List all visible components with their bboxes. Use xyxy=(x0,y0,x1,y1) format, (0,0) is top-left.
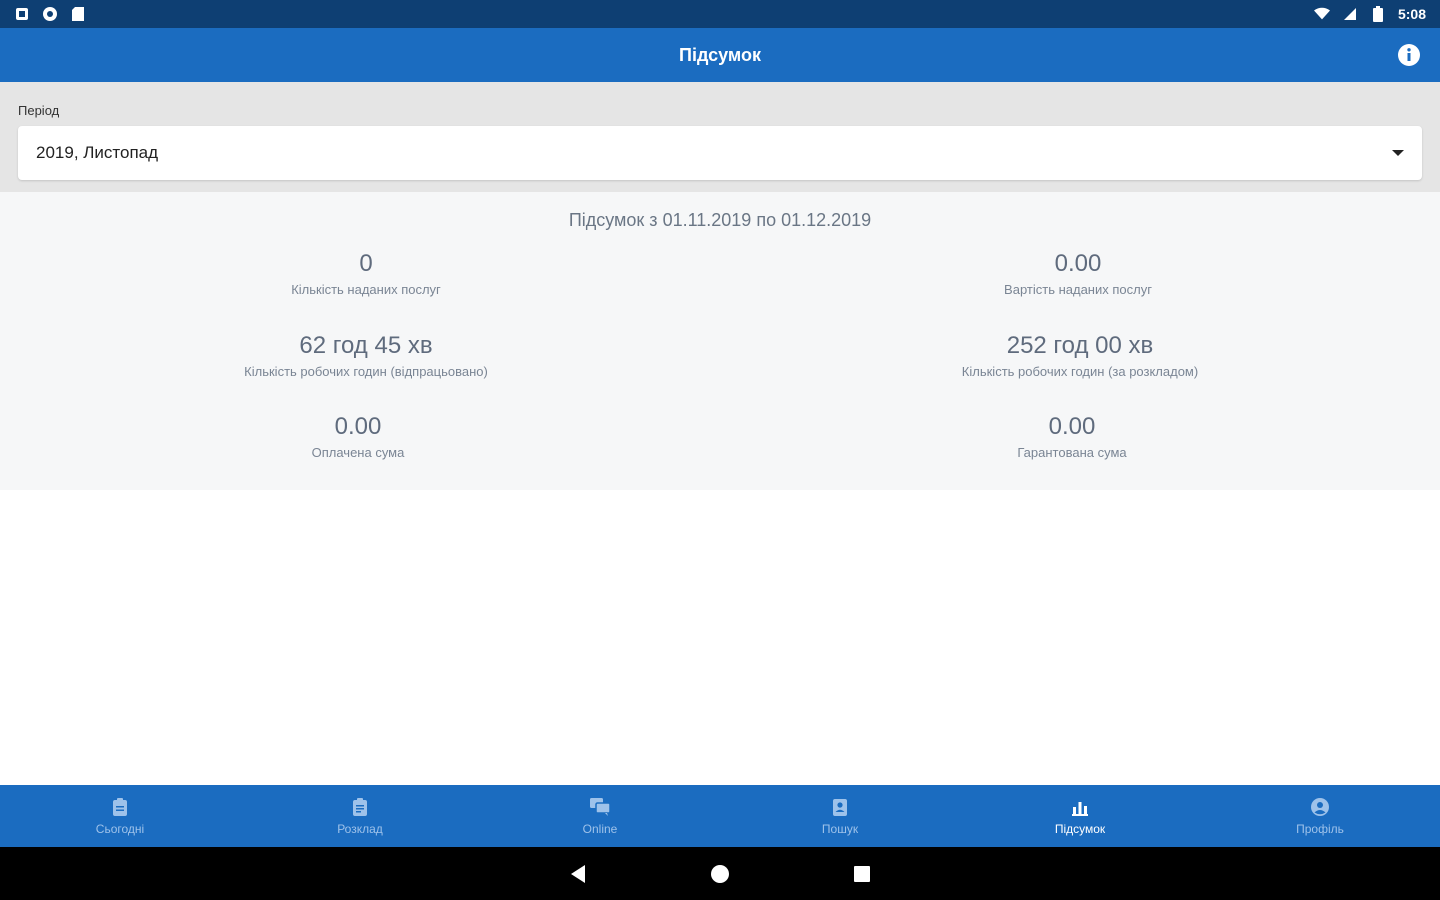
stat-guaranteed-amount: 0.00 Гарантована сума xyxy=(922,413,1222,460)
contact-search-icon xyxy=(829,796,851,818)
stat-value: 0.00 xyxy=(334,413,382,440)
status-bar: 5:08 xyxy=(0,0,1440,28)
nav-item-search[interactable]: Пошук xyxy=(720,785,960,847)
nav-item-profile[interactable]: Профіль xyxy=(1200,785,1440,847)
system-navigation-bar xyxy=(0,847,1440,900)
stat-label: Оплачена сума xyxy=(311,445,405,460)
home-button[interactable] xyxy=(708,862,732,886)
info-button[interactable] xyxy=(1396,42,1422,68)
chat-icon xyxy=(589,796,611,818)
stat-services-cost: 0.00 Вартість наданих послуг xyxy=(928,250,1228,297)
period-selected-value: 2019, Листопад xyxy=(36,143,159,162)
bottom-navigation: Сьогодні Розклад Online Пошук Підсумок П… xyxy=(0,785,1440,847)
nav-label: Розклад xyxy=(337,822,383,836)
nav-item-schedule[interactable]: Розклад xyxy=(240,785,480,847)
stat-label: Кількість робочих годин (відпрацьовано) xyxy=(244,364,488,379)
bar-chart-icon xyxy=(1069,796,1091,818)
nav-item-today[interactable]: Сьогодні xyxy=(0,785,240,847)
nav-item-summary[interactable]: Підсумок xyxy=(960,785,1200,847)
stat-label: Кількість наданих послуг xyxy=(291,282,441,297)
wifi-icon xyxy=(1313,6,1330,22)
home-circle-icon xyxy=(711,864,729,883)
nav-label: Профіль xyxy=(1296,822,1344,836)
stat-value: 62 год 45 хв xyxy=(299,332,433,359)
notification-app-icon xyxy=(14,6,30,22)
calendar-icon xyxy=(349,796,371,818)
battery-icon xyxy=(1370,6,1386,22)
account-icon xyxy=(1309,796,1331,818)
period-label: Період xyxy=(18,103,60,118)
stat-services-count: 0 Кількість наданих послуг xyxy=(216,250,516,297)
recents-square-icon xyxy=(854,865,870,882)
nav-item-online[interactable]: Online xyxy=(480,785,720,847)
caret-down-icon xyxy=(1392,150,1404,156)
nav-label: Сьогодні xyxy=(95,822,145,836)
app-bar: Підсумок xyxy=(0,28,1440,82)
sd-card-icon xyxy=(70,6,86,22)
stat-value: 0.00 xyxy=(1054,250,1102,277)
info-icon xyxy=(1398,44,1420,66)
back-button[interactable] xyxy=(566,862,590,886)
status-system: 5:08 xyxy=(1313,6,1426,22)
notification-sync-icon xyxy=(42,6,58,22)
stat-paid-amount: 0.00 Оплачена сума xyxy=(208,413,508,460)
cell-signal-icon xyxy=(1342,6,1358,22)
summary-heading: Підсумок з 01.11.2019 по 01.12.2019 xyxy=(568,210,872,230)
period-section: Період 2019, Листопад xyxy=(0,82,1440,192)
stat-value: 0 xyxy=(359,250,373,277)
stat-label: Гарантована сума xyxy=(1017,445,1127,460)
stat-label: Вартість наданих послуг xyxy=(1004,282,1152,297)
status-time: 5:08 xyxy=(1397,6,1426,22)
back-triangle-icon xyxy=(571,864,585,883)
nav-label: Підсумок xyxy=(1054,822,1106,836)
period-dropdown[interactable]: 2019, Листопад xyxy=(18,126,1422,180)
clipboard-icon xyxy=(109,796,131,818)
stat-scheduled-hours: 252 год 00 хв Кількість робочих годин (з… xyxy=(910,332,1250,379)
status-notifications xyxy=(14,6,86,22)
stat-label: Кількість робочих годин (за розкладом) xyxy=(961,364,1199,379)
nav-label: Online xyxy=(582,822,618,836)
summary-section: Підсумок з 01.11.2019 по 01.12.2019 0 Кі… xyxy=(0,192,1440,490)
page-title: Підсумок xyxy=(679,44,761,65)
nav-label: Пошук xyxy=(821,822,859,836)
stat-worked-hours: 62 год 45 хв Кількість робочих годин (ві… xyxy=(196,332,536,379)
recents-button[interactable] xyxy=(850,862,874,886)
stat-value: 0.00 xyxy=(1048,413,1096,440)
stat-value: 252 год 00 хв xyxy=(1006,332,1154,359)
